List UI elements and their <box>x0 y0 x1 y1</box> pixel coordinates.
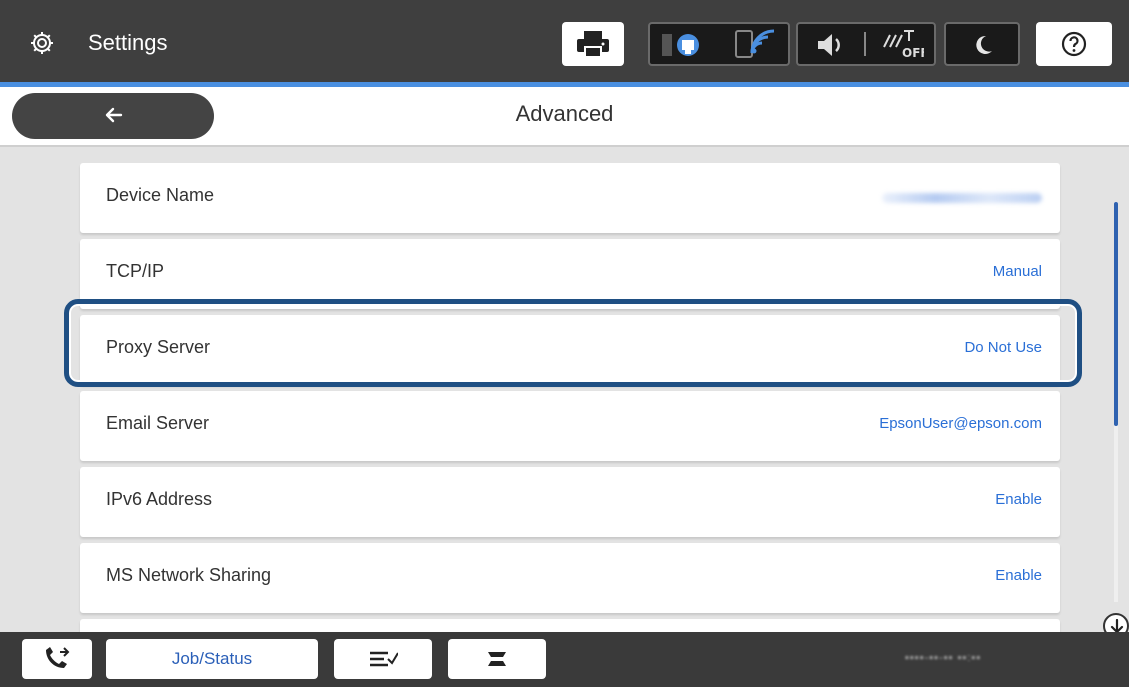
datetime-blurred: ▪▪▪▪-▪▪-▪▪ ▪▪:▪▪ <box>905 652 982 664</box>
speaker-icon <box>818 34 840 56</box>
list-item-label: MS Network Sharing <box>106 565 272 585</box>
stack-icon <box>370 651 398 667</box>
list-item-label: Device Name <box>106 185 215 205</box>
sound-wifidirect-group[interactable]: OFF <box>796 22 936 66</box>
fax-button[interactable] <box>22 639 92 679</box>
bottom-bar: Job/Status ▪▪▪▪-▪▪-▪▪ ▪▪:▪▪ <box>0 632 1129 687</box>
list-item-value: EpsonUser@epson.com <box>879 415 1042 432</box>
sleep-button[interactable] <box>944 22 1020 66</box>
list-item-value: Enable <box>995 567 1042 584</box>
help-button[interactable] <box>1036 22 1112 66</box>
list-item-ipv6-address[interactable]: IPv6 Address Enable <box>80 467 1060 537</box>
settings-list: Device Name TCP/IP Manual Proxy Server D… <box>0 147 1129 632</box>
job-status-button[interactable]: Job/Status <box>106 639 318 679</box>
device-name-value-blurred <box>882 193 1042 203</box>
wifi-direct-off-icon: OFF <box>883 30 924 60</box>
status-bar: Settings OF <box>0 0 1129 87</box>
scrollbar-thumb[interactable] <box>1114 202 1118 426</box>
list-item-device-name[interactable]: Device Name <box>80 163 1060 233</box>
paper-button[interactable] <box>448 639 546 679</box>
page-header: Advanced <box>0 87 1129 147</box>
stack-button[interactable] <box>334 639 432 679</box>
app-title: Settings <box>88 30 168 55</box>
printer-icon <box>577 31 609 58</box>
list-item-value: Enable <box>995 491 1042 508</box>
divider <box>864 32 866 56</box>
svg-text:OFF: OFF <box>902 46 924 60</box>
printer-status-button[interactable] <box>562 22 624 66</box>
list-item-proxy-server[interactable]: Proxy Server Do Not Use <box>80 315 1060 385</box>
list-item-tcpip[interactable]: TCP/IP Manual <box>80 239 1060 309</box>
paper-icon <box>488 652 506 666</box>
fax-icon <box>46 647 70 668</box>
list-item-value: Manual <box>992 263 1042 280</box>
wifi-icon <box>735 29 775 58</box>
network-status-group[interactable] <box>648 22 790 66</box>
list-item-ms-network-sharing[interactable]: MS Network Sharing Enable <box>80 543 1060 613</box>
list-item-label: IPv6 Address <box>106 489 213 509</box>
ethernet-icon <box>662 34 699 56</box>
list-item-partial[interactable] <box>80 619 1060 632</box>
page-title: Advanced <box>515 101 614 126</box>
list-item-label: Proxy Server <box>106 337 211 357</box>
list-item-value: Do Not Use <box>964 339 1042 356</box>
moon-icon <box>976 35 992 54</box>
list-item-label: TCP/IP <box>106 261 165 281</box>
gear-icon <box>31 32 53 54</box>
list-item-label: Email Server <box>106 413 210 433</box>
help-icon <box>1061 31 1087 57</box>
job-status-label: Job/Status <box>171 649 253 668</box>
list-item-email-server[interactable]: Email Server EpsonUser@epson.com <box>80 391 1060 461</box>
